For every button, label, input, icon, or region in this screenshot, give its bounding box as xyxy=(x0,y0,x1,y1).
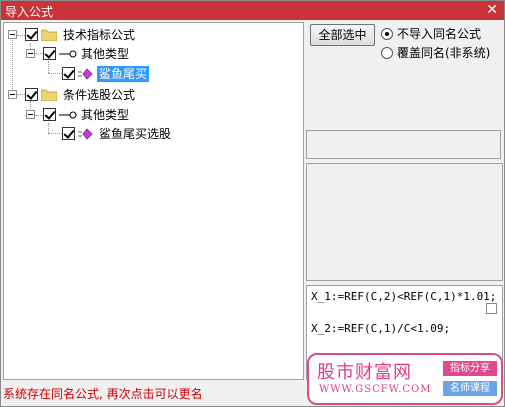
formula-icon xyxy=(78,68,93,80)
watermark-url: WWW.GSCFW.COM xyxy=(319,384,432,395)
formula-tree[interactable]: 技术指标公式 其他类型 鲨鱼尾买 条件选股公式 其他类型 鲨鱼尾买选股 xyxy=(3,22,304,380)
tree-checkbox[interactable] xyxy=(43,47,56,60)
tree-connector xyxy=(48,133,62,134)
radio-overwrite-duplicates[interactable]: 覆盖同名(非系统) xyxy=(381,45,503,61)
tree-node-label: 条件选股公式 xyxy=(63,88,136,102)
watermark-logo-text: 股市财富网 xyxy=(317,362,412,383)
radio-label: 覆盖同名(非系统) xyxy=(397,46,491,60)
key-icon xyxy=(59,111,77,119)
tree-checkbox[interactable] xyxy=(62,67,75,80)
collapse-icon[interactable] xyxy=(26,49,35,58)
title-bar[interactable]: 导入公式 ✕ xyxy=(1,1,504,20)
watermark-logo: 股市财富网 WWW.GSCFW.COM 指标分享 名师课程 xyxy=(307,353,503,405)
tree-node-tech-indicator[interactable]: 技术指标公式 xyxy=(7,26,147,44)
tree-node-shark-tail-buy-selection[interactable]: 鲨鱼尾买选股 xyxy=(62,125,182,143)
tree-checkbox[interactable] xyxy=(25,88,38,101)
folder-icon xyxy=(41,29,57,41)
formula-line: X_2:=REF(C,1)/C<1.09; xyxy=(311,322,451,335)
radio-button[interactable] xyxy=(381,28,393,40)
close-icon[interactable]: ✕ xyxy=(486,1,498,19)
tree-checkbox[interactable] xyxy=(25,28,38,41)
tree-checkbox[interactable] xyxy=(62,127,75,140)
select-all-button[interactable]: 全部选中 xyxy=(310,24,375,46)
folder-icon xyxy=(41,89,57,101)
tree-node-label: 技术指标公式 xyxy=(63,28,136,42)
tree-connector xyxy=(48,73,62,74)
radio-skip-duplicates[interactable]: 不导入同名公式 xyxy=(381,26,501,42)
tree-node-other-type[interactable]: 其他类型 xyxy=(25,45,145,63)
tree-node-label: 其他类型 xyxy=(81,47,130,61)
description-panel xyxy=(306,163,503,281)
watermark-tag: 指标分享 xyxy=(443,361,497,376)
status-message: 系统存在同名公式, 再次点击可以更名 xyxy=(3,387,203,401)
key-icon xyxy=(59,50,77,58)
import-formula-dialog: 导入公式 ✕ 技术指标公式 其他类型 鲨鱼尾买 条件选股公式 其他类型 鲨鱼尾买… xyxy=(0,0,505,407)
collapse-icon[interactable] xyxy=(8,90,17,99)
tree-checkbox[interactable] xyxy=(43,108,56,121)
radio-button[interactable] xyxy=(381,47,393,59)
info-panel xyxy=(306,130,501,159)
tree-node-label: 鲨鱼尾买 xyxy=(97,66,150,82)
tree-node-stock-selection[interactable]: 条件选股公式 xyxy=(7,86,147,104)
tree-node-other-type-2[interactable]: 其他类型 xyxy=(25,106,145,124)
radio-label: 不导入同名公式 xyxy=(397,27,482,41)
window-title: 导入公式 xyxy=(5,5,54,19)
collapse-icon[interactable] xyxy=(8,30,17,39)
collapse-icon[interactable] xyxy=(26,110,35,119)
formula-line: X_1:=REF(C,2)<REF(C,1)*1.01; xyxy=(311,290,497,303)
tree-node-shark-tail-buy[interactable]: 鲨鱼尾买 xyxy=(62,65,162,83)
tree-node-label: 其他类型 xyxy=(81,108,130,122)
formula-icon xyxy=(78,128,93,140)
watermark-tag: 名师课程 xyxy=(443,381,497,396)
tree-node-label: 鲨鱼尾买选股 xyxy=(99,127,172,141)
formula-checkbox[interactable] xyxy=(486,303,497,314)
tree-connector xyxy=(48,123,49,133)
